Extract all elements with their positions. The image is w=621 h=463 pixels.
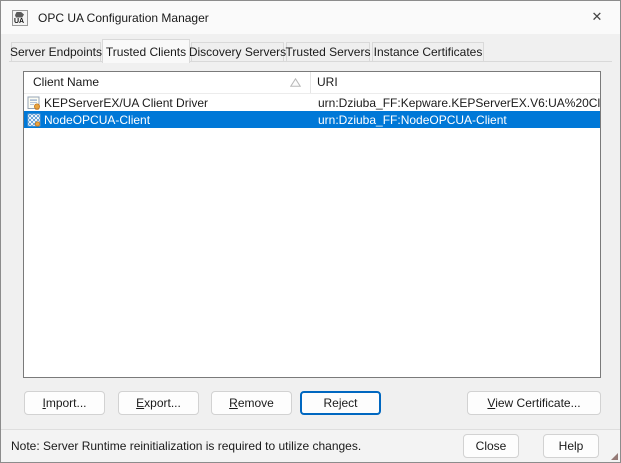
button-label: Help bbox=[558, 439, 584, 453]
table-row-selected[interactable]: NodeOPCUA-Client urn:Dziuba_FF:NodeOPCUA… bbox=[24, 111, 600, 128]
resize-grip[interactable] bbox=[611, 453, 618, 460]
export-button[interactable]: Export... bbox=[118, 391, 199, 415]
title-bar: UA OPC UA Configuration Manager ✕ bbox=[1, 1, 620, 34]
window-title: OPC UA Configuration Manager bbox=[38, 10, 209, 25]
tab-discovery-servers[interactable]: Discovery Servers bbox=[188, 42, 287, 62]
column-label: URI bbox=[317, 75, 338, 89]
button-label: iew Certificate... bbox=[495, 396, 581, 410]
list-header: Client Name URI bbox=[24, 72, 600, 94]
tab-label: Trusted Clients bbox=[105, 44, 187, 59]
client-uri-cell: urn:Dziuba_FF:Kepware.KEPServerEX.V6:UA%… bbox=[311, 96, 600, 110]
tab-label: Discovery Servers bbox=[188, 45, 287, 59]
view-certificate-button[interactable]: View Certificate... bbox=[467, 391, 601, 415]
tab-instance-certificates[interactable]: Instance Certificates bbox=[372, 42, 484, 62]
button-label: Reject bbox=[323, 396, 358, 410]
trusted-clients-list: Client Name URI KEPServerEX/UA Client Dr… bbox=[23, 71, 601, 378]
dialog-footer: Note: Server Runtime reinitialization is… bbox=[1, 429, 620, 462]
button-label: mport... bbox=[45, 396, 87, 410]
client-uri-cell: urn:Dziuba_FF:NodeOPCUA-Client bbox=[311, 113, 600, 127]
tab-trusted-clients[interactable]: Trusted Clients bbox=[102, 39, 190, 63]
import-button[interactable]: Import... bbox=[24, 391, 105, 415]
sort-ascending-icon bbox=[290, 78, 301, 87]
reject-button[interactable]: Reject bbox=[300, 391, 381, 415]
close-window-button[interactable]: ✕ bbox=[574, 1, 620, 33]
column-label: Client Name bbox=[33, 75, 100, 89]
remove-button[interactable]: Remove bbox=[211, 391, 292, 415]
tab-trusted-servers[interactable]: Trusted Servers bbox=[286, 42, 370, 62]
help-button[interactable]: Help bbox=[543, 434, 599, 458]
access-key: E bbox=[136, 396, 145, 410]
tab-server-endpoints[interactable]: Server Endpoints bbox=[9, 42, 103, 62]
opc-ua-configuration-manager-dialog: UA OPC UA Configuration Manager ✕ Server… bbox=[0, 0, 621, 463]
table-row[interactable]: KEPServerEX/UA Client Driver urn:Dziuba_… bbox=[24, 94, 600, 111]
app-icon: UA bbox=[12, 9, 28, 26]
access-key: R bbox=[229, 396, 238, 410]
runtime-note: Note: Server Runtime reinitialization is… bbox=[11, 439, 362, 453]
app-icon-label: UA bbox=[14, 17, 25, 25]
client-name: KEPServerEX/UA Client Driver bbox=[44, 95, 209, 110]
button-label: emove bbox=[237, 396, 274, 410]
tab-label: Instance Certificates bbox=[373, 45, 483, 59]
client-name: NodeOPCUA-Client bbox=[44, 112, 151, 127]
close-icon: ✕ bbox=[591, 9, 603, 24]
client-uri: urn:Dziuba_FF:NodeOPCUA-Client bbox=[318, 112, 507, 127]
tab-label: Trusted Servers bbox=[285, 45, 371, 59]
certificate-icon bbox=[27, 113, 41, 127]
client-uri: urn:Dziuba_FF:Kepware.KEPServerEX.V6:UA%… bbox=[318, 95, 600, 110]
column-header-client-name[interactable]: Client Name bbox=[24, 72, 311, 93]
tab-label: Server Endpoints bbox=[9, 45, 103, 59]
client-name-cell: NodeOPCUA-Client bbox=[24, 113, 311, 127]
column-header-uri[interactable]: URI bbox=[311, 72, 600, 93]
button-label: Close bbox=[475, 439, 507, 453]
button-label: xport... bbox=[144, 396, 181, 410]
close-button[interactable]: Close bbox=[463, 434, 519, 458]
certificate-icon bbox=[27, 96, 40, 110]
client-name-cell: KEPServerEX/UA Client Driver bbox=[24, 96, 311, 110]
